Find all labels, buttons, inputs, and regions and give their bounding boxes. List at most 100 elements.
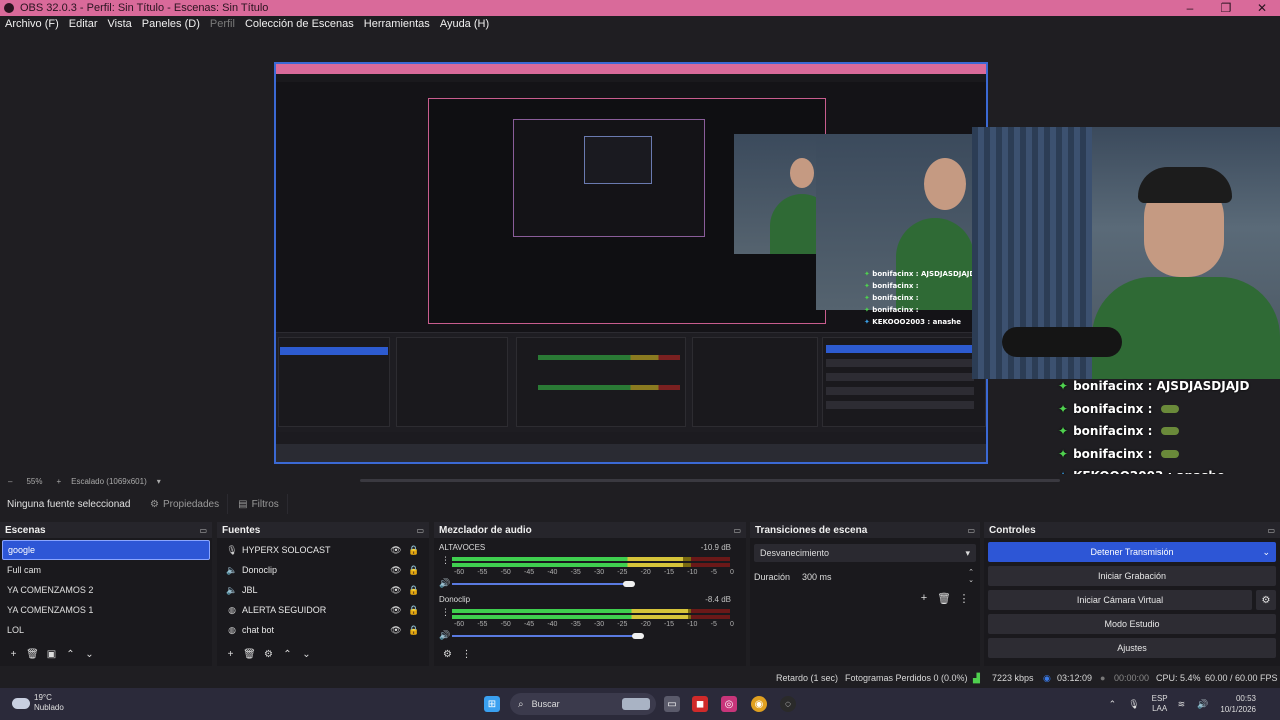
kebab-menu-icon[interactable]: ⋮ (457, 649, 476, 660)
tick-label: -20 (640, 621, 651, 628)
green-badge-icon: ✦ (1058, 379, 1069, 394)
menu-edit[interactable]: Editar (64, 18, 103, 30)
start-virtual-camera-button[interactable]: Iniciar Cámara Virtual (988, 590, 1252, 610)
kebab-menu-icon[interactable]: ⋮ (441, 607, 450, 618)
scene-item[interactable]: YA COMENZAMOS 2 (0, 580, 212, 600)
webcam-source[interactable] (972, 127, 1280, 379)
source-item[interactable]: 🔈 JBL 👁 🔒 (217, 580, 429, 600)
add-source-icon[interactable]: + (221, 649, 240, 660)
tick-label: -10 (687, 621, 698, 628)
kebab-menu-icon[interactable]: ⋮ (954, 592, 974, 605)
zoom-out-button[interactable]: – (8, 477, 12, 486)
mixer-channel: ALTAVOCES -10.9 dB ⋮ -60 -55 -50 -45 -40 -35 -30-… (434, 538, 746, 590)
volume-slider[interactable] (452, 635, 638, 637)
preview-canvas[interactable]: ✦ bonifacinx : AJSDJASDJAJD ✦ bonifacinx… (0, 32, 1280, 483)
advanced-audio-icon[interactable]: ⚙ (438, 649, 457, 660)
transitions-title: Transiciones de escena (755, 524, 868, 536)
lock-icon[interactable]: 🔒 (405, 545, 423, 556)
gear-icon[interactable]: ⚙ (259, 649, 278, 660)
settings-button[interactable]: Ajustes (988, 638, 1276, 658)
eye-icon[interactable]: 👁 (387, 605, 405, 616)
microphone-icon[interactable]: 🎙 (1128, 699, 1139, 710)
obs-taskbar-icon[interactable]: ◌ (780, 696, 796, 712)
undock-icon[interactable]: ▭ (1267, 526, 1275, 535)
eye-icon[interactable]: 👁 (387, 545, 405, 556)
duration-spinner[interactable]: ⌃ ⌄ (966, 569, 976, 585)
eye-icon[interactable]: 👁 (387, 585, 405, 596)
wifi-icon[interactable]: ≋ (1178, 699, 1186, 710)
scene-item[interactable]: Full cam (0, 560, 212, 580)
chevron-up-icon[interactable]: ⌃ (1109, 699, 1117, 710)
move-up-icon[interactable]: ⌃ (61, 649, 80, 660)
move-up-icon[interactable]: ⌃ (278, 649, 297, 660)
instagram-icon[interactable]: ◎ (721, 696, 737, 712)
source-item[interactable]: 🔈 Donoclip 👁 🔒 (217, 560, 429, 580)
stop-streaming-button[interactable]: Detener Transmisión ⌄ (988, 542, 1276, 562)
taskbar-search[interactable]: ⌕ Buscar (510, 693, 656, 715)
lock-icon[interactable]: 🔒 (405, 565, 423, 576)
globe-icon: ◍ (228, 604, 236, 615)
studio-mode-button[interactable]: Modo Estudio (988, 614, 1276, 634)
speaker-icon[interactable]: 🔊 (439, 578, 450, 589)
menu-docks[interactable]: Paneles (D) (137, 18, 205, 30)
start-recording-button[interactable]: Iniciar Grabación (988, 566, 1276, 586)
gear-icon[interactable]: ⚙ (1256, 590, 1276, 610)
trash-icon[interactable]: 🗑 (934, 592, 954, 605)
source-item[interactable]: ◍ chat bot 👁 🔒 (217, 620, 429, 640)
display-capture-source[interactable]: ✦ bonifacinx : AJSDJASDJAJD ✦ bonifacinx… (274, 62, 988, 464)
trash-icon[interactable]: 🗑 (23, 649, 42, 660)
scene-item[interactable]: google (2, 540, 210, 560)
volume-slider[interactable] (452, 583, 629, 585)
filters-button[interactable]: ▤ Filtros (230, 494, 288, 514)
minimize-button[interactable]: – (1172, 1, 1208, 15)
app-icon-red[interactable]: ◼ (692, 696, 708, 712)
weather-temp: 19°C (34, 693, 52, 702)
menu-scene-collection[interactable]: Colección de Escenas (240, 18, 359, 30)
windows-start-icon[interactable]: ⊞ (484, 696, 500, 712)
scene-filter-icon[interactable]: ▣ (42, 649, 61, 660)
kebab-menu-icon[interactable]: ⋮ (441, 555, 450, 566)
move-down-icon[interactable]: ⌄ (297, 649, 316, 660)
source-item[interactable]: ◍ ALERTA SEGUIDOR 👁 🔒 (217, 600, 429, 620)
eye-icon[interactable]: 👁 (387, 565, 405, 576)
add-transition-icon[interactable]: + (914, 592, 934, 605)
volume-slider-handle[interactable] (632, 633, 644, 639)
language-indicator[interactable]: ESP LAA (1152, 694, 1168, 714)
eye-icon[interactable]: 👁 (387, 625, 405, 636)
menu-view[interactable]: Vista (103, 18, 137, 30)
duration-input[interactable]: 300 ms (798, 568, 966, 586)
properties-button[interactable]: ⚙ Propiedades (142, 494, 229, 514)
chevron-down-icon[interactable]: ⌄ (1262, 547, 1270, 558)
lock-icon[interactable]: 🔒 (405, 625, 423, 636)
undock-icon[interactable]: ▭ (416, 526, 424, 535)
lock-icon[interactable]: 🔒 (405, 585, 423, 596)
scale-dropdown[interactable]: ▾ (157, 477, 161, 486)
volume-slider-handle[interactable] (622, 581, 635, 587)
audio-mixer-dock: Mezclador de audio ▭ ALTAVOCES -10.9 dB ⋮ -… (434, 522, 746, 666)
chrome-icon[interactable]: ◉ (751, 696, 767, 712)
maximize-button[interactable]: ❐ (1208, 1, 1244, 15)
add-scene-icon[interactable]: + (4, 649, 23, 660)
move-down-icon[interactable]: ⌄ (80, 649, 99, 660)
scene-item[interactable]: YA COMENZAMOS 1 (0, 600, 212, 620)
menu-file[interactable]: Archivo (F) (0, 18, 64, 30)
weather-widget[interactable]: 19°C Nublado (12, 693, 64, 713)
emote-icon (1160, 427, 1179, 436)
speaker-icon[interactable]: 🔊 (439, 630, 450, 641)
undock-icon[interactable]: ▭ (199, 526, 207, 535)
undock-icon[interactable]: ▭ (733, 526, 741, 535)
undock-icon[interactable]: ▭ (967, 526, 975, 535)
trash-icon[interactable]: 🗑 (240, 649, 259, 660)
transition-select[interactable]: Desvanecimiento ▾ (754, 544, 976, 562)
scene-item[interactable]: LOL (0, 620, 212, 640)
close-button[interactable]: ✕ (1244, 1, 1280, 15)
menu-tools[interactable]: Herramientas (359, 18, 435, 30)
source-item[interactable]: 🎙 HYPERX SOLOCAST 👁 🔒 (217, 540, 429, 560)
volume-icon[interactable]: 🔊 (1197, 699, 1208, 710)
lock-icon[interactable]: 🔒 (405, 605, 423, 616)
clock[interactable]: 00:53 10/1/2026 (1220, 693, 1256, 715)
task-view-icon[interactable]: ▭ (664, 696, 680, 712)
preview-scrollbar[interactable] (360, 479, 1060, 482)
zoom-in-button[interactable]: + (56, 477, 61, 486)
menu-help[interactable]: Ayuda (H) (435, 18, 494, 30)
